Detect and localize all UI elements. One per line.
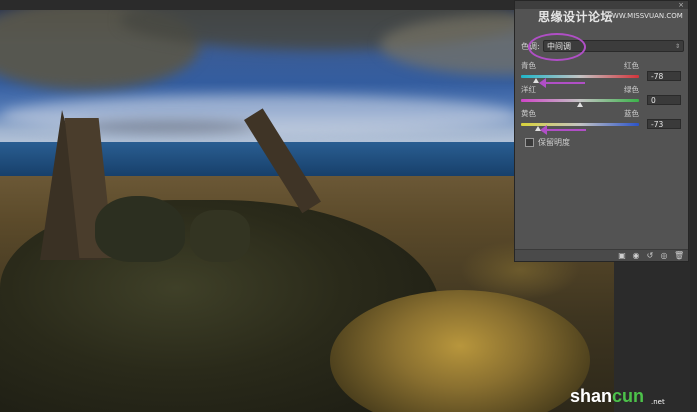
panel-footer: ▣ ◉ ↺ ◎ 🗑 <box>515 249 688 261</box>
preserve-luminosity[interactable]: 保留明度 <box>525 137 570 148</box>
yellow-blue-track[interactable] <box>521 122 639 131</box>
logo-accent: cun <box>612 386 645 406</box>
reset-icon[interactable]: ↺ <box>646 251 654 260</box>
top-bar <box>0 0 520 10</box>
cyan-label: 青色 <box>521 61 536 70</box>
cloud <box>80 120 260 134</box>
rock <box>190 210 250 262</box>
chevron-down-icon: ⇕ <box>674 42 680 50</box>
yellow-blue-value[interactable]: -73 <box>647 119 681 129</box>
annotation-arrow <box>540 125 586 135</box>
annotation-ellipse <box>528 33 586 61</box>
preserve-luminosity-checkbox[interactable] <box>525 138 534 147</box>
watermark-title: 思缘设计论坛 <box>538 10 614 24</box>
annotation-arrow <box>539 78 585 88</box>
yellow-label: 黄色 <box>521 109 536 118</box>
watermark-url: WWW.MISSVUAN.COM <box>605 12 683 20</box>
close-icon[interactable]: × <box>678 1 684 9</box>
green-label: 绿色 <box>624 85 639 94</box>
magenta-label: 洋红 <box>521 85 536 94</box>
eye-icon[interactable]: ◉ <box>632 251 640 260</box>
site-logo: shancun <box>570 386 644 407</box>
red-label: 红色 <box>624 61 639 70</box>
magenta-green-slider-block: 洋红 绿色 0 <box>521 85 684 107</box>
visibility-icon[interactable]: ◎ <box>660 251 668 260</box>
rock <box>95 196 185 262</box>
trash-icon[interactable]: 🗑 <box>674 251 684 260</box>
blue-label: 蓝色 <box>624 109 639 118</box>
clip-layer-icon[interactable]: ▣ <box>618 251 626 260</box>
logo-sub: .net <box>651 398 665 406</box>
cyan-red-value[interactable]: -78 <box>647 71 681 81</box>
preserve-luminosity-label: 保留明度 <box>538 138 570 147</box>
magenta-green-value[interactable]: 0 <box>647 95 681 105</box>
logo-main: shan <box>570 386 613 406</box>
magenta-green-track[interactable] <box>521 98 639 107</box>
magenta-green-thumb[interactable] <box>577 101 583 107</box>
